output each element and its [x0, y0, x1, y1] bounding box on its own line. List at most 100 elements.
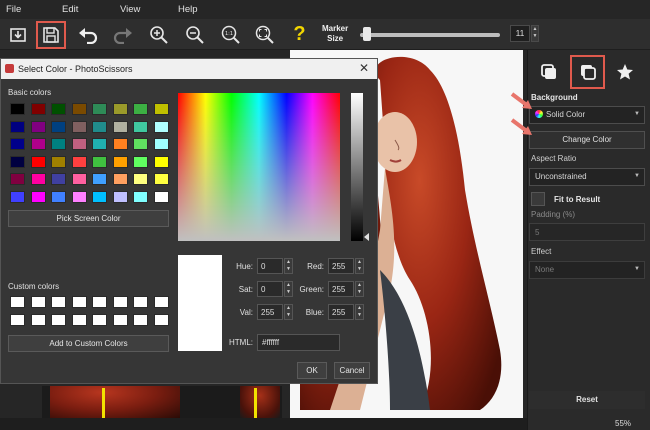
basic-color-swatch[interactable]: [133, 155, 148, 168]
custom-color-swatch[interactable]: [92, 313, 107, 326]
custom-color-swatch[interactable]: [71, 313, 87, 326]
val-field[interactable]: 255: [257, 304, 283, 320]
basic-color-swatch[interactable]: [51, 155, 66, 168]
menu-edit[interactable]: Edit: [62, 4, 78, 15]
pick-screen-color-button[interactable]: Pick Screen Color: [8, 210, 169, 227]
reset-button[interactable]: Reset: [529, 391, 645, 409]
basic-color-swatch[interactable]: [71, 120, 87, 133]
custom-color-swatch[interactable]: [153, 313, 169, 326]
basic-color-swatch[interactable]: [30, 103, 46, 115]
basic-color-swatch[interactable]: [10, 120, 25, 133]
luminance-slider-handle[interactable]: [364, 233, 369, 241]
basic-color-swatch[interactable]: [112, 120, 128, 133]
basic-color-swatch[interactable]: [153, 120, 169, 133]
green-stepper[interactable]: ▲ ▼: [355, 281, 364, 297]
fit-to-result-checkbox[interactable]: [531, 192, 545, 206]
basic-color-swatch[interactable]: [112, 138, 128, 150]
basic-color-swatch[interactable]: [30, 173, 46, 185]
tab-background[interactable]: [570, 55, 605, 89]
zoom-actual-button[interactable]: 1:1: [218, 22, 243, 47]
add-to-custom-colors-button[interactable]: Add to Custom Colors: [8, 335, 169, 352]
basic-color-swatch[interactable]: [30, 190, 46, 203]
canvas-horizontal-scrollbar[interactable]: [0, 418, 527, 430]
basic-color-swatch[interactable]: [133, 138, 148, 150]
basic-color-swatch[interactable]: [51, 103, 66, 115]
blue-field[interactable]: 255: [328, 304, 354, 320]
save-button[interactable]: [36, 21, 66, 49]
cancel-button[interactable]: Cancel: [334, 362, 370, 379]
import-button[interactable]: [5, 22, 30, 47]
menu-help[interactable]: Help: [178, 4, 198, 15]
basic-color-swatch[interactable]: [51, 190, 66, 203]
basic-color-swatch[interactable]: [71, 138, 87, 150]
custom-color-swatch[interactable]: [10, 296, 25, 308]
basic-color-swatch[interactable]: [10, 103, 25, 115]
basic-color-swatch[interactable]: [112, 190, 128, 203]
basic-color-swatch[interactable]: [51, 120, 66, 133]
basic-color-swatch[interactable]: [112, 173, 128, 185]
ok-button[interactable]: OK: [297, 362, 327, 379]
close-icon[interactable]: ✕: [359, 61, 369, 75]
basic-color-swatch[interactable]: [92, 173, 107, 185]
custom-color-swatch[interactable]: [51, 296, 66, 308]
zoom-fit-button[interactable]: [252, 22, 277, 47]
basic-color-swatch[interactable]: [92, 138, 107, 150]
marker-size-slider[interactable]: [360, 33, 500, 37]
sat-field[interactable]: 0: [257, 281, 283, 297]
basic-color-swatch[interactable]: [92, 190, 107, 203]
custom-color-swatch[interactable]: [112, 313, 128, 326]
hue-stepper[interactable]: ▲ ▼: [284, 258, 293, 274]
basic-color-swatch[interactable]: [10, 138, 25, 150]
custom-color-swatch[interactable]: [133, 313, 148, 326]
basic-color-swatch[interactable]: [10, 155, 25, 168]
basic-color-swatch[interactable]: [133, 120, 148, 133]
green-field[interactable]: 255: [328, 281, 354, 297]
marker-size-input[interactable]: 11: [510, 25, 530, 42]
basic-color-swatch[interactable]: [112, 103, 128, 115]
custom-color-swatch[interactable]: [10, 313, 25, 326]
hue-field[interactable]: 0: [257, 258, 283, 274]
custom-color-swatch[interactable]: [51, 313, 66, 326]
blue-stepper[interactable]: ▲ ▼: [355, 304, 364, 320]
basic-color-swatch[interactable]: [30, 120, 46, 133]
basic-color-swatch[interactable]: [71, 173, 87, 185]
aspect-ratio-select[interactable]: Unconstrained ▼: [529, 168, 645, 186]
basic-color-swatch[interactable]: [71, 155, 87, 168]
tab-cutout[interactable]: [534, 57, 564, 87]
basic-color-swatch[interactable]: [153, 138, 169, 150]
html-color-field[interactable]: #ffffff: [257, 334, 340, 351]
redo-button[interactable]: [110, 22, 135, 47]
padding-field[interactable]: 5: [529, 223, 645, 241]
custom-color-swatch[interactable]: [92, 296, 107, 308]
menu-view[interactable]: View: [120, 4, 140, 15]
menu-file[interactable]: File: [6, 4, 21, 15]
marker-size-slider-thumb[interactable]: [363, 27, 371, 41]
basic-color-swatch[interactable]: [71, 190, 87, 203]
basic-color-swatch[interactable]: [153, 190, 169, 203]
basic-color-swatch[interactable]: [51, 173, 66, 185]
help-button[interactable]: ?: [287, 22, 312, 47]
basic-color-swatch[interactable]: [92, 120, 107, 133]
basic-color-swatch[interactable]: [133, 103, 148, 115]
basic-color-swatch[interactable]: [153, 173, 169, 185]
color-spectrum-picker[interactable]: [178, 93, 340, 241]
custom-color-swatch[interactable]: [153, 296, 169, 308]
basic-color-swatch[interactable]: [133, 173, 148, 185]
basic-color-swatch[interactable]: [30, 155, 46, 168]
basic-color-swatch[interactable]: [51, 138, 66, 150]
luminance-slider[interactable]: [351, 93, 363, 241]
custom-color-swatch[interactable]: [71, 296, 87, 308]
basic-color-swatch[interactable]: [153, 103, 169, 115]
undo-button[interactable]: [75, 22, 100, 47]
basic-color-swatch[interactable]: [10, 173, 25, 185]
basic-color-swatch[interactable]: [92, 103, 107, 115]
custom-color-swatch[interactable]: [30, 296, 46, 308]
custom-color-swatch[interactable]: [30, 313, 46, 326]
custom-color-swatch[interactable]: [112, 296, 128, 308]
basic-color-swatch[interactable]: [71, 103, 87, 115]
marker-size-stepper[interactable]: ▲ ▼: [531, 25, 539, 42]
basic-color-swatch[interactable]: [133, 190, 148, 203]
val-stepper[interactable]: ▲ ▼: [284, 304, 293, 320]
tab-effects[interactable]: [610, 57, 640, 87]
basic-color-swatch[interactable]: [153, 155, 169, 168]
